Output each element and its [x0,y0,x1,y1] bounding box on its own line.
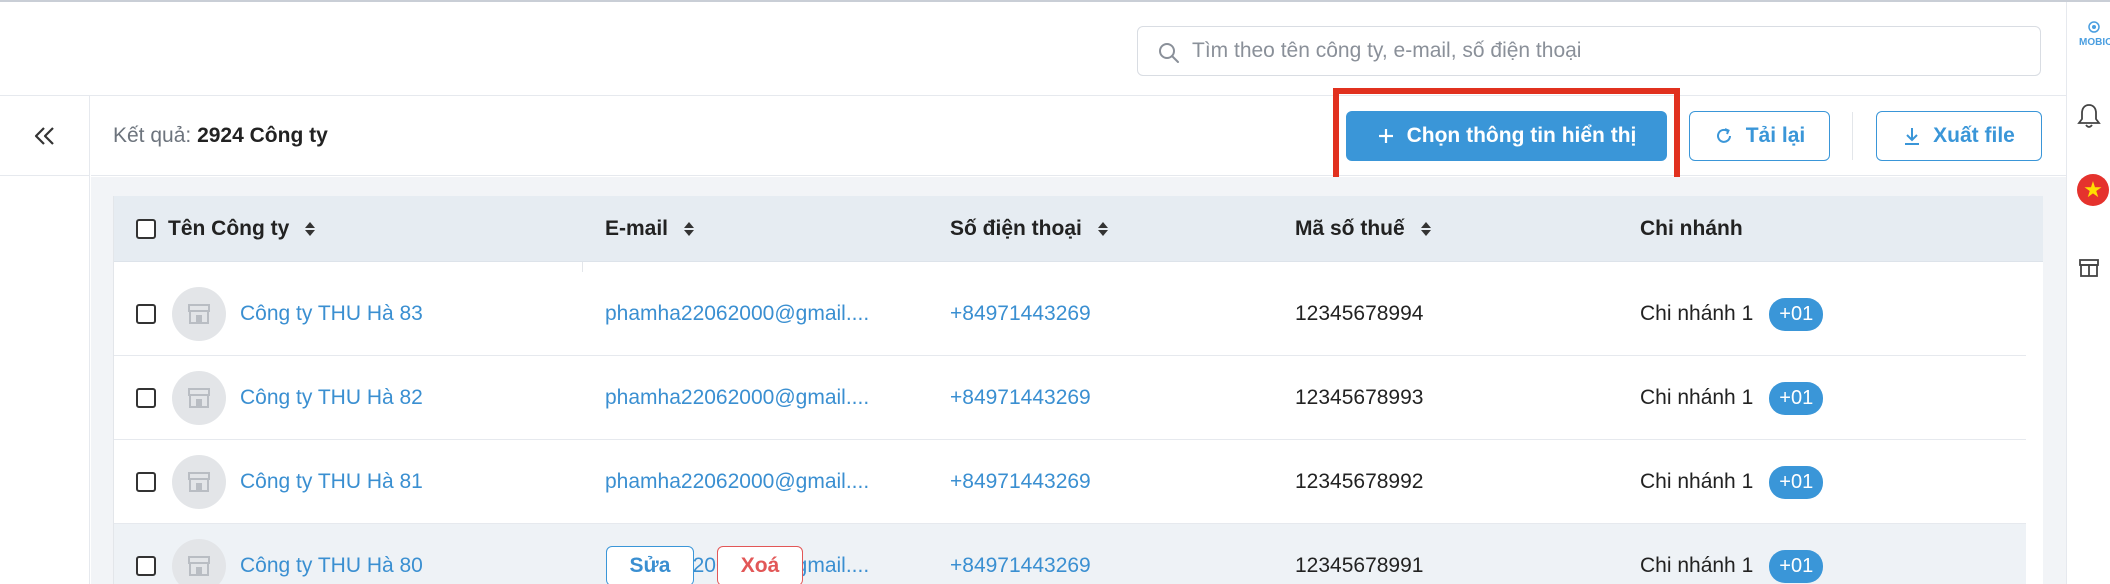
double-chevron-left-icon [34,126,54,145]
email-link[interactable]: phamha22062000@gmail.... [605,272,869,356]
table-row[interactable]: Công ty THU Hà 82 phamha22062000@gmail..… [114,356,2026,440]
result-count: Kết quả: 2924 Công ty [113,124,328,148]
email-link[interactable]: phamha22062000@gmail.... [605,440,869,524]
refresh-icon [1716,128,1731,143]
branch-count-badge[interactable]: +01 [1769,465,1824,499]
phone-link[interactable]: +84971443269 [950,356,1091,440]
company-avatar-cell [172,440,226,524]
row-checkbox-cell[interactable] [136,524,156,584]
mobio-logo-icon[interactable]: MOBIO [2079,20,2110,60]
header-label: Tên Công ty [168,217,290,240]
vietnam-flag-icon[interactable]: ★ [2077,174,2109,206]
branch-cell: Chi nhánh 1 +01 [1640,272,1824,356]
sort-icon[interactable] [1097,222,1108,236]
choose-display-info-button[interactable]: Chọn thông tin hiển thị [1346,111,1667,161]
header-branch: Chi nhánh [1640,196,1743,262]
branch-cell: Chi nhánh 1 +01 [1640,440,1824,524]
branch-name: Chi nhánh 1 [1640,386,1754,409]
company-name-link[interactable]: Công ty THU Hà 81 [240,440,423,524]
bell-icon[interactable] [2077,102,2101,130]
tax-code: 12345678994 [1295,302,1424,325]
email-link[interactable]: phamha22062000@gmail.... [605,356,869,440]
table-row[interactable]: Công ty THU Hà 80 phamha22062000@gmail..… [114,524,2026,584]
search-icon [1159,43,1179,63]
left-sidebar [0,176,90,584]
branch-name: Chi nhánh 1 [1640,470,1754,493]
branch-cell: Chi nhánh 1 +01 [1640,524,1824,584]
plus-icon [1378,129,1393,143]
company-avatar-cell [172,356,226,440]
download-icon [1905,128,1920,145]
logo-text: MOBIO [2079,37,2110,48]
store-avatar-icon [172,371,226,425]
table-row[interactable]: Công ty THU Hà 83 phamha22062000@gmail..… [114,272,2026,356]
header-tax-code[interactable]: Mã số thuế [1295,196,1431,262]
header-label: Mã số thuế [1295,217,1405,240]
choose-display-info-label: Chọn thông tin hiển thị [1406,124,1637,147]
row-checkbox[interactable] [136,472,156,492]
row-checkbox[interactable] [136,556,156,576]
company-name-link[interactable]: Công ty THU Hà 83 [240,272,423,356]
tax-code: 12345678993 [1295,386,1424,409]
store-avatar-icon [172,539,226,584]
reload-button[interactable]: Tải lại [1689,111,1830,161]
gear-logo-icon [2088,21,2100,33]
header-email[interactable]: E-mail [605,196,695,262]
delete-row-button[interactable]: Xoá [717,546,803,584]
row-checkbox[interactable] [136,304,156,324]
store-avatar-icon [172,455,226,509]
sort-icon[interactable] [684,222,695,236]
row-checkbox-cell[interactable] [136,272,156,356]
search-input[interactable] [1192,27,2022,75]
branch-count-badge[interactable]: +01 [1769,549,1824,583]
table-row[interactable]: Công ty THU Hà 81 phamha22062000@gmail..… [114,440,2026,524]
sort-icon[interactable] [305,222,316,236]
branch-count-badge[interactable]: +01 [1769,381,1824,415]
company-name-link[interactable]: Công ty THU Hà 80 [240,524,423,584]
collapse-sidebar-button[interactable] [0,96,90,176]
tax-code: 12345678991 [1295,554,1424,577]
branch-count-badge[interactable]: +01 [1769,297,1824,331]
reload-label: Tải lại [1745,124,1806,147]
header-label: Số điện thoại [950,217,1082,240]
row-checkbox[interactable] [136,388,156,408]
right-rail: MOBIO ★ [2066,2,2110,584]
edit-row-button[interactable]: Sửa [606,546,694,584]
phone-link[interactable]: +84971443269 [950,524,1091,584]
header-company-name[interactable]: Tên Công ty [136,196,316,262]
sort-icon[interactable] [1420,222,1431,236]
select-all-checkbox[interactable] [136,219,156,239]
tax-code: 12345678992 [1295,470,1424,493]
row-checkbox-cell[interactable] [136,356,156,440]
app-root: MOBIO ★ Kết quả: 2924 Công ty [0,0,2110,584]
header-phone[interactable]: Số điện thoại [950,196,1108,262]
company-table: Tên Công ty E-mail Số điện thoại Mã số t… [113,196,2043,584]
branch-cell: Chi nhánh 1 +01 [1640,356,1824,440]
store-avatar-icon [172,287,226,341]
row-checkbox-cell[interactable] [136,440,156,524]
company-name-link[interactable]: Công ty THU Hà 82 [240,356,423,440]
company-avatar-cell [172,272,226,356]
top-bar [0,2,2066,96]
result-label: Kết quả: [113,124,192,147]
phone-link[interactable]: +84971443269 [950,272,1091,356]
branch-name: Chi nhánh 1 [1640,302,1754,325]
company-avatar-cell [172,524,226,584]
search-box[interactable] [1137,26,2041,76]
branch-name: Chi nhánh 1 [1640,554,1754,577]
header-label: E-mail [605,217,669,240]
export-file-label: Xuất file [1933,124,2015,147]
export-file-button[interactable]: Xuất file [1876,111,2042,161]
table-header: Tên Công ty E-mail Số điện thoại Mã số t… [114,196,2043,262]
store-icon[interactable] [2077,256,2101,280]
header-label: Chi nhánh [1640,217,1743,240]
phone-link[interactable]: +84971443269 [950,440,1091,524]
result-value: 2924 Công ty [197,124,328,147]
toolbar-divider [1852,112,1853,160]
